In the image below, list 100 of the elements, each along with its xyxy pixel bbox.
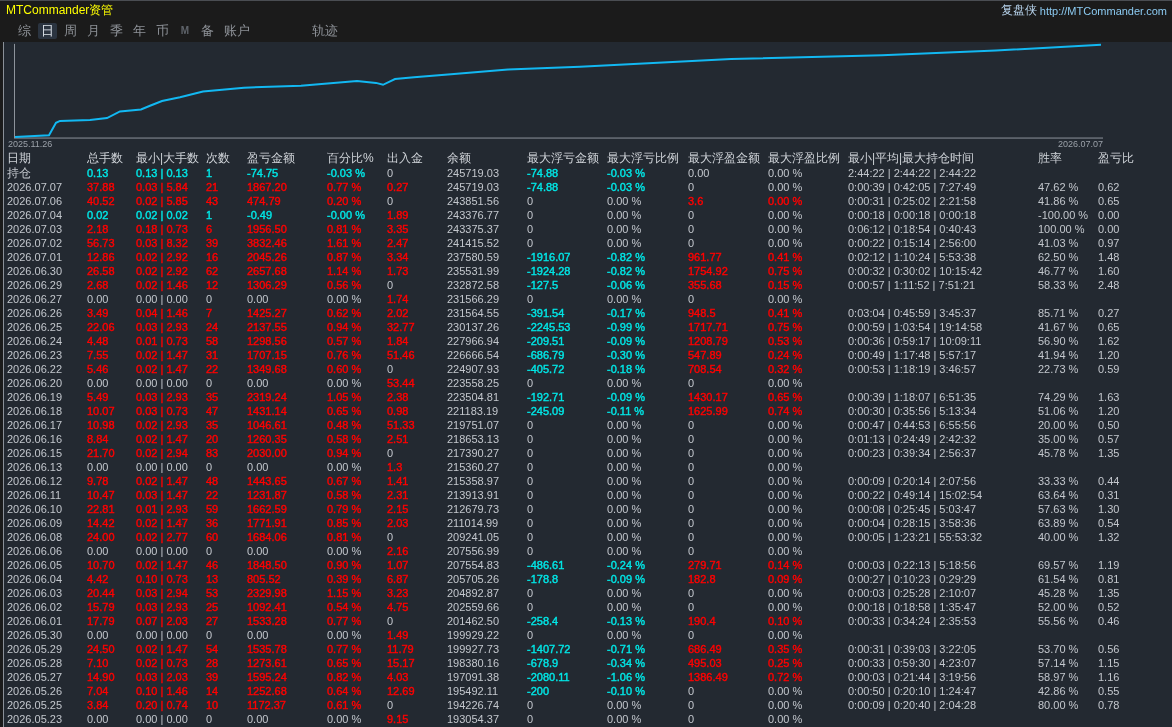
table-cell: 56.73 [87, 236, 115, 250]
table-cell: 0.81 % [327, 222, 362, 236]
table-cell: 0.03 | 2.94 [136, 586, 188, 600]
column-header: 余额 [447, 151, 471, 166]
table-cell: 218653.13 [447, 432, 499, 446]
table-cell: -0.03 % [607, 180, 645, 194]
table-cell: 193054.37 [447, 712, 499, 726]
column-header: 最小|平均|最大持仓时间 [848, 151, 975, 166]
table-cell: 1 [206, 166, 213, 180]
website-link[interactable]: http://MTCommander.com [1039, 4, 1167, 17]
table-cell: 0 [688, 208, 695, 222]
table-cell: 0 [527, 488, 534, 502]
table-cell: -0.18 % [607, 362, 645, 376]
table-cell: 4.03 [387, 670, 409, 684]
table-cell: 0.03 | 2.03 [136, 670, 188, 684]
table-cell: 0.20 | 0.74 [136, 698, 188, 712]
tab[interactable]: 账户 [221, 23, 253, 39]
table-cell: -0.82 % [607, 250, 645, 264]
table-cell: -178.8 [527, 572, 559, 586]
table-cell: 1956.50 [247, 222, 287, 236]
table-cell: 1208.79 [688, 334, 728, 348]
table-cell: 0 [688, 432, 695, 446]
table-cell: 0.00 [87, 292, 109, 306]
table-cell: 0.00 % [768, 432, 803, 446]
table-cell: 2026.05.28 [7, 656, 63, 670]
table-cell: 0 [688, 236, 695, 250]
table-cell: 46 [206, 558, 219, 572]
table-cell: 1662.59 [247, 502, 287, 516]
table-cell: 0 [688, 684, 695, 698]
table-cell: 1 [206, 208, 213, 222]
table-cell: 0.09 % [768, 572, 803, 586]
table-cell: 0.00 % [607, 474, 642, 488]
table-cell: 0.02 | 2.94 [136, 446, 188, 460]
table-cell: 1.35 [1098, 446, 1120, 460]
table-cell: 0:00:31 | 0:39:03 | 3:22:05 [848, 642, 977, 656]
table-cell: 0:00:03 | 0:22:13 | 5:18:56 [848, 558, 977, 572]
table-cell: 0.03 | 8.32 [136, 236, 188, 250]
table-cell: 243376.77 [447, 208, 499, 222]
table-cell: 0.02 | 0.02 [136, 208, 188, 222]
table-cell: 10.47 [87, 488, 115, 502]
table-cell: 1.61 % [327, 236, 362, 250]
tab[interactable]: 季 [107, 23, 126, 39]
tab[interactable]: 轨迹 [309, 23, 341, 39]
table-cell: 2.68 [87, 278, 109, 292]
table-cell: 22.81 [87, 502, 115, 516]
table-cell: 0.00 % [768, 684, 803, 698]
table-cell: 1595.24 [247, 670, 287, 684]
table-cell: 22.73 % [1038, 362, 1079, 376]
table-cell: 0 [387, 698, 394, 712]
table-cell: -2080.11 [527, 670, 570, 684]
table-cell: 805.52 [247, 572, 281, 586]
table-cell: 13 [206, 572, 219, 586]
table-cell: 0 [206, 292, 213, 306]
table-cell: 12.69 [387, 684, 415, 698]
table-cell: -127.5 [527, 278, 559, 292]
table-cell: 223558.25 [447, 376, 499, 390]
table-cell: 59 [206, 502, 219, 516]
tab[interactable]: 日 [38, 23, 57, 39]
table-cell: 2319.24 [247, 390, 287, 404]
table-cell: 35 [206, 418, 219, 432]
tab[interactable]: 币 [153, 23, 172, 39]
table-cell: 0 [527, 194, 534, 208]
table-cell: 0.79 % [327, 502, 362, 516]
table-cell: 0:00:03 | 0:21:44 | 3:19:56 [848, 670, 977, 684]
tab[interactable]: 备 [198, 23, 217, 39]
table-cell: 51.33 [387, 418, 415, 432]
table-cell: 0.03 | 2.93 [136, 600, 188, 614]
table-cell: 0:00:39 | 0:42:05 | 7:27:49 [848, 180, 977, 194]
table-cell: 2026.06.27 [7, 292, 63, 306]
table-cell: -100.00 % [1038, 208, 1089, 222]
table-cell: 0.13 | 0.13 [136, 166, 188, 180]
table-cell: 474.79 [247, 194, 281, 208]
table-cell: 0.00 [247, 460, 269, 474]
table-cell: 41.67 % [1038, 320, 1079, 334]
table-cell: 0 [527, 460, 534, 474]
table-cell: 1252.68 [247, 684, 287, 698]
tab[interactable]: 年 [130, 23, 149, 39]
tab[interactable]: 月 [84, 23, 103, 39]
table-cell: 0:00:33 | 0:59:30 | 4:23:07 [848, 656, 977, 670]
column-header: 最大浮亏金额 [527, 151, 599, 166]
table-cell: 0.04 | 1.46 [136, 306, 188, 320]
table-cell: 0.00 [1098, 222, 1120, 236]
table-cell: 53 [206, 586, 219, 600]
tab[interactable]: 综 [15, 23, 34, 39]
table-cell: 2.02 [387, 306, 409, 320]
table-cell: 2026.07.06 [7, 194, 63, 208]
table-cell: 0.55 [1098, 684, 1120, 698]
table-cell: 708.54 [688, 362, 722, 376]
table-cell: 1.05 % [327, 390, 362, 404]
table-cell: 241415.52 [447, 236, 499, 250]
table-cell: 2.31 [387, 488, 409, 502]
table-cell: 1.32 [1098, 530, 1120, 544]
table-cell: 0.25 % [768, 656, 803, 670]
table-cell: 0.50 [1098, 418, 1120, 432]
table-cell: 0.00 [87, 376, 109, 390]
table-cell: 0.00 [247, 544, 269, 558]
table-cell: 0.65 [1098, 194, 1120, 208]
table-cell: 74.29 % [1038, 390, 1079, 404]
tab[interactable]: 周 [61, 23, 80, 39]
table-cell: 0:00:32 | 0:30:02 | 10:15:42 [848, 264, 983, 278]
